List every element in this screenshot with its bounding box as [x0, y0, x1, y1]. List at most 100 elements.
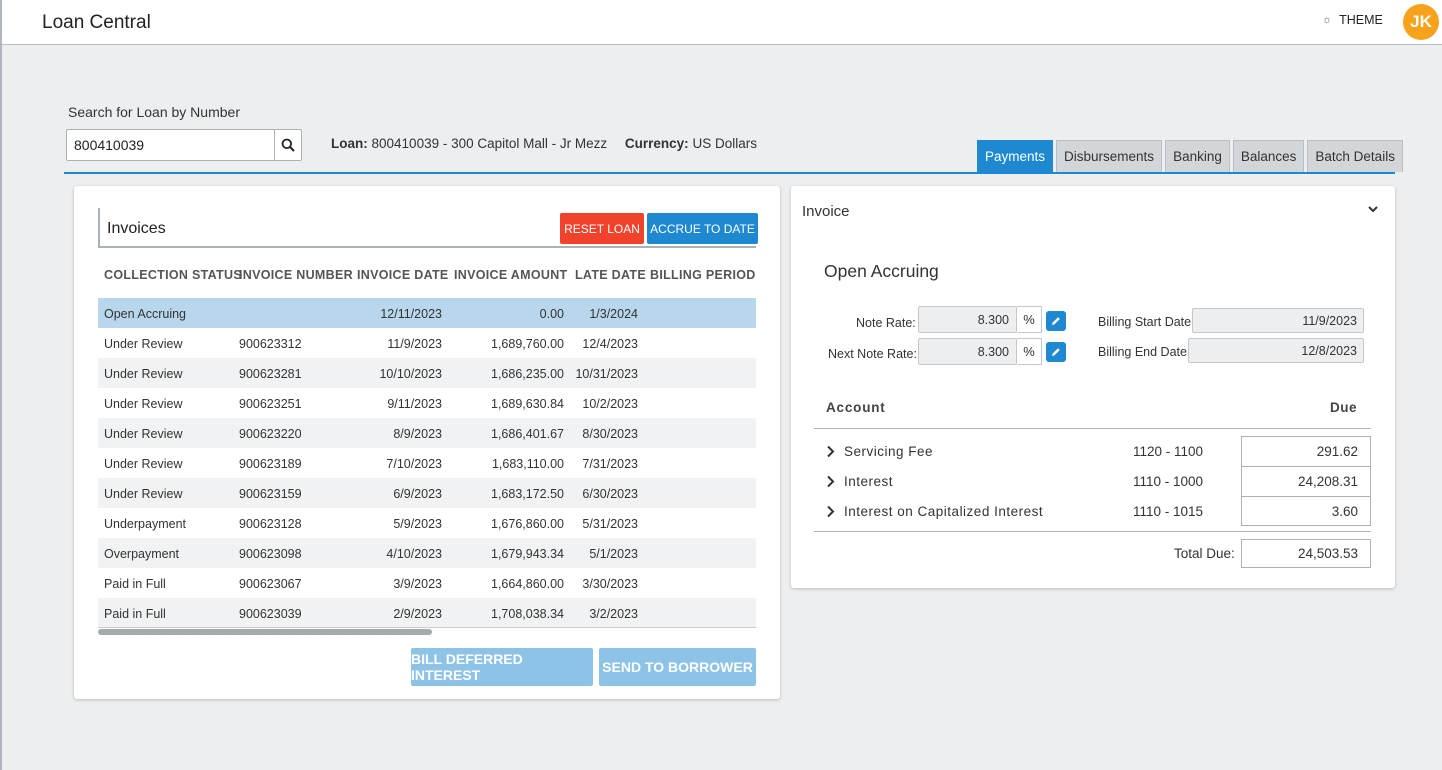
- collection-status-cell: Under Review: [104, 397, 183, 411]
- note-rate-percent: %: [1017, 306, 1042, 333]
- account-name: Servicing Fee: [844, 444, 934, 459]
- edit-next-note-rate-button[interactable]: [1046, 342, 1066, 362]
- invoice-date-cell: 6/9/2023: [393, 487, 442, 501]
- tab-balances[interactable]: Balances: [1232, 140, 1305, 172]
- accrue-to-date-button[interactable]: ACCRUE TO DATE: [647, 213, 758, 244]
- invoice-number-cell: 900623039: [239, 607, 302, 621]
- reset-loan-button[interactable]: RESET LOAN: [560, 213, 644, 244]
- collection-status-cell: Under Review: [104, 457, 183, 471]
- billing-start-field: 11/9/2023: [1192, 308, 1364, 333]
- table-row[interactable]: Under Review 900623251 9/11/2023 1,689,630.…: [98, 388, 756, 418]
- chevron-right-icon[interactable]: [826, 475, 835, 488]
- invoice-amount-cell: 0.00: [539, 307, 564, 321]
- account-header-rule: [814, 428, 1371, 429]
- account-name: Interest on Capitalized Interest: [844, 504, 1044, 519]
- bill-deferred-interest-button[interactable]: BILL DEFERRED INTEREST: [411, 648, 593, 686]
- collection-status-cell: Paid in Full: [104, 577, 166, 591]
- column-header-invoice-date[interactable]: INVOICE DATE: [357, 268, 449, 282]
- chevron-right-icon[interactable]: [826, 445, 835, 458]
- table-row[interactable]: Overpayment 900623098 4/10/2023 1,679,943.3…: [98, 538, 756, 568]
- account-column-header: Account: [826, 400, 886, 415]
- invoice-date-cell: 3/9/2023: [393, 577, 442, 591]
- column-header-invoice-number[interactable]: INVOICE NUMBER: [239, 268, 353, 282]
- scrollbar-thumb[interactable]: [98, 629, 432, 635]
- collection-status-cell: Underpayment: [104, 517, 186, 531]
- column-header-invoice-amount[interactable]: INVOICE AMOUNT: [454, 268, 567, 282]
- theme-toggle-button[interactable]: ☼ THEME: [1322, 13, 1383, 27]
- app-title: Loan Central: [42, 12, 151, 33]
- edit-note-rate-button[interactable]: [1046, 311, 1066, 331]
- tab-banking[interactable]: Banking: [1165, 140, 1230, 172]
- invoice-amount-cell: 1,676,860.00: [491, 517, 564, 531]
- late-date-cell: 12/4/2023: [582, 337, 638, 351]
- next-note-rate-field: 8.300: [918, 338, 1017, 365]
- collection-status-cell: Paid in Full: [104, 607, 166, 621]
- account-row[interactable]: Interest 1110 - 1000 24,208.31: [814, 466, 1371, 496]
- invoice-date-cell: 9/11/2023: [387, 397, 442, 411]
- invoice-amount-cell: 1,708,038.34: [491, 607, 564, 621]
- invoice-amount-cell: 1,689,630.84: [491, 397, 564, 411]
- invoice-date-cell: 4/10/2023: [386, 547, 442, 561]
- next-note-rate-percent: %: [1017, 338, 1042, 365]
- late-date-cell: 10/2/2023: [582, 397, 638, 411]
- invoices-grid: COLLECTION STATUS INVOICE NUMBER INVOICE…: [98, 258, 756, 636]
- send-to-borrower-button[interactable]: SEND TO BORROWER: [599, 648, 756, 686]
- user-avatar[interactable]: JK: [1403, 4, 1439, 40]
- column-header-billing-period-start[interactable]: BILLING PERIOD S: [650, 268, 756, 282]
- table-row[interactable]: Under Review 900623312 11/9/2023 1,689,760.…: [98, 328, 756, 358]
- invoice-date-cell: 10/10/2023: [379, 367, 442, 381]
- table-row[interactable]: Underpayment 900623128 5/9/2023 1,676,860.0…: [98, 508, 756, 538]
- invoice-date-cell: 5/9/2023: [393, 517, 442, 531]
- invoice-number-cell: 900623128: [239, 517, 302, 531]
- late-date-cell: 1/3/2024: [589, 307, 638, 321]
- late-date-cell: 3/30/2023: [582, 577, 638, 591]
- search-button[interactable]: [274, 130, 301, 160]
- invoice-amount-cell: 1,686,235.00: [491, 367, 564, 381]
- loan-label: Loan:: [331, 136, 368, 151]
- invoices-title: Invoices: [107, 220, 166, 237]
- invoice-amount-cell: 1,689,760.00: [491, 337, 564, 351]
- invoice-date-cell: 2/9/2023: [393, 607, 442, 621]
- column-header-late-date[interactable]: LATE DATE: [575, 268, 646, 282]
- invoice-number-cell: 900623251: [239, 397, 302, 411]
- invoice-number-cell: 900623159: [239, 487, 302, 501]
- table-row[interactable]: Paid in Full 900623067 3/9/2023 1,664,860.0…: [98, 568, 756, 598]
- account-row[interactable]: Interest on Capitalized Interest 1110 - …: [814, 496, 1371, 526]
- currency-label: Currency:: [624, 136, 689, 151]
- collection-status-cell: Under Review: [104, 337, 183, 351]
- account-code: 1110 - 1015: [1133, 504, 1204, 519]
- late-date-cell: 5/1/2023: [589, 547, 638, 561]
- table-row[interactable]: Under Review 900623159 6/9/2023 1,683,172.5…: [98, 478, 756, 508]
- tab-payments[interactable]: Payments: [977, 140, 1054, 172]
- table-row[interactable]: Paid in Full 900623039 2/9/2023 1,708,038.3…: [98, 598, 756, 628]
- loan-value: 800410039 - 300 Capitol Mall - Jr Mezz: [371, 136, 608, 151]
- sun-icon: ☼: [1322, 14, 1333, 26]
- total-due-value: 24,503.53: [1241, 539, 1371, 568]
- account-due: 24,208.31: [1241, 466, 1371, 496]
- column-header-collection-status[interactable]: COLLECTION STATUS: [104, 268, 242, 282]
- chevron-right-icon[interactable]: [826, 505, 835, 518]
- collection-status-cell: Open Accruing: [104, 307, 186, 321]
- account-row[interactable]: Servicing Fee 1120 - 1100 291.62: [814, 436, 1371, 466]
- loan-search-input[interactable]: [67, 130, 275, 160]
- horizontal-scrollbar[interactable]: [98, 627, 756, 635]
- tab-disbursements[interactable]: Disbursements: [1056, 140, 1163, 172]
- table-row[interactable]: Under Review 900623220 8/9/2023 1,686,401.6…: [98, 418, 756, 448]
- late-date-cell: 7/31/2023: [582, 457, 638, 471]
- table-row[interactable]: Under Review 900623281 10/10/2023 1,686,235…: [98, 358, 756, 388]
- theme-label: THEME: [1339, 13, 1383, 27]
- due-column-header: Due: [1330, 400, 1358, 415]
- total-due-label: Total Due:: [1174, 546, 1235, 561]
- note-rate-field: 8.300: [918, 306, 1017, 333]
- table-row[interactable]: Under Review 900623189 7/10/2023 1,683,110.…: [98, 448, 756, 478]
- chevron-down-icon[interactable]: [1367, 204, 1379, 214]
- invoice-amount-cell: 1,683,172.50: [491, 487, 564, 501]
- invoice-number-cell: 900623098: [239, 547, 302, 561]
- collection-status-cell: Under Review: [104, 367, 183, 381]
- account-due: 291.62: [1241, 436, 1371, 466]
- invoice-panel-title: Invoice: [802, 203, 850, 220]
- note-rate-label: Note Rate:: [856, 316, 916, 330]
- table-row[interactable]: Open Accruing 12/11/2023 0.00 1/3/2024: [98, 298, 756, 328]
- invoice-number-cell: 900623281: [239, 367, 302, 381]
- tab-batch-details[interactable]: Batch Details: [1307, 140, 1403, 172]
